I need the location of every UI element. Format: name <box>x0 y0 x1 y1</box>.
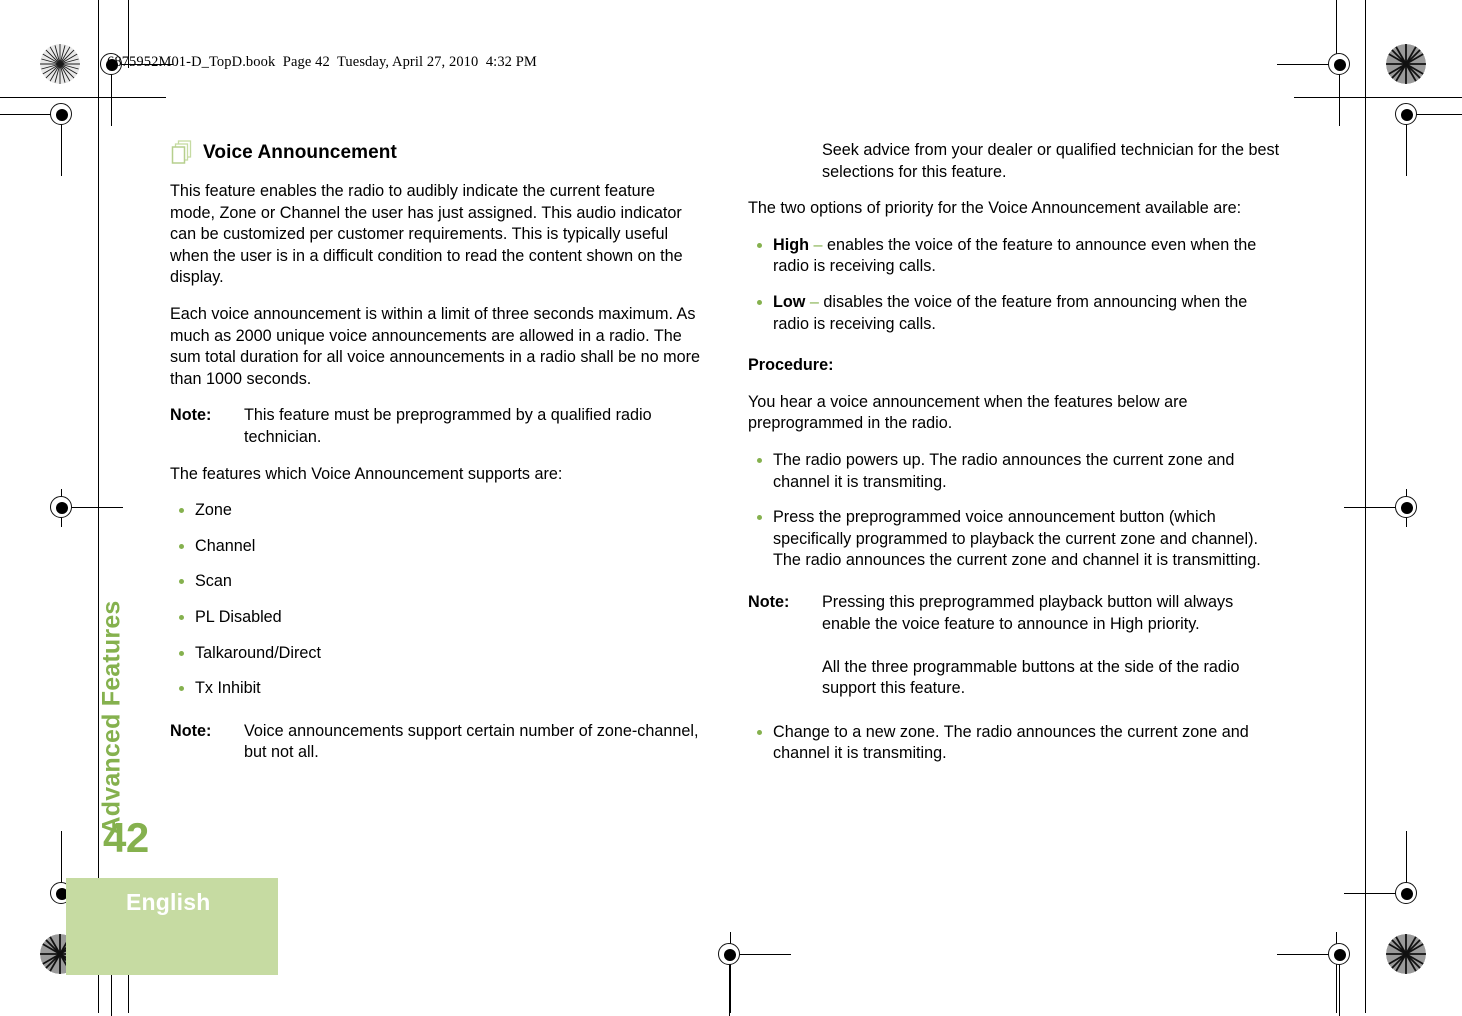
note-body-part-2: All the three programmable buttons at th… <box>822 657 1240 698</box>
star-target-mark-top-left <box>40 44 80 84</box>
note-body: Voice announcements support certain numb… <box>244 721 699 762</box>
option-dash: – <box>809 292 819 311</box>
note-body-spacer <box>822 635 1280 657</box>
procedure-bullets-bottom: Change to a new zone. The radio announce… <box>748 722 1280 765</box>
right-text-column: Note: Seek advice from your dealer or qu… <box>748 140 1280 780</box>
supported-features-list: Zone Channel Scan PL Disabled Talkaround… <box>170 500 702 700</box>
list-item-label: The radio powers up. The radio announces… <box>773 450 1235 491</box>
note-label: Note: <box>748 592 790 611</box>
procedure-intro: You hear a voice announcement when the f… <box>748 392 1188 433</box>
list-item: Press the preprogrammed voice announceme… <box>748 507 1280 572</box>
note-label: Note: <box>170 406 212 425</box>
list-item-label: Tx Inhibit <box>195 679 261 698</box>
page-number: 42 <box>103 814 149 861</box>
priority-options-list: High – enables the voice of the feature … <box>748 235 1280 335</box>
note-block-zone-channel: Note: Voice announcements support certai… <box>170 721 702 764</box>
print-job-header: 6875952M01-D_TopD.book Page 42 Tuesday, … <box>107 54 537 70</box>
list-item: Zone <box>170 500 702 522</box>
list-item-label: PL Disabled <box>195 607 282 626</box>
star-target-mark-bottom-right <box>1386 934 1426 974</box>
star-target-mark-top-right <box>1386 44 1426 84</box>
list-item: High – enables the voice of the feature … <box>748 235 1280 278</box>
supported-features-intro: The features which Voice Announcement su… <box>170 464 563 483</box>
note-block-continued: Note: Seek advice from your dealer or qu… <box>748 140 1280 183</box>
note-body: This feature must be preprogrammed by a … <box>244 406 652 446</box>
language-band: English <box>66 878 278 975</box>
registration-mark-lower-right-outer <box>1344 831 1424 911</box>
stacked-pages-icon <box>170 140 194 166</box>
list-item-label: Press the preprogrammed voice announceme… <box>773 508 1261 570</box>
registration-mark-bottom-right <box>1277 938 1357 1016</box>
note-label: Note: <box>170 721 212 740</box>
list-item: Channel <box>170 536 702 558</box>
trim-line-top-right-horizontal <box>1294 97 1462 98</box>
procedure-bullets-top: The radio powers up. The radio announces… <box>748 450 1280 572</box>
language-label: English <box>126 889 211 915</box>
option-term: Low <box>773 292 806 311</box>
list-item: Low – disables the voice of the feature … <box>748 292 1280 335</box>
option-term: High <box>773 235 809 254</box>
list-item: Talkaround/Direct <box>170 643 702 665</box>
list-item: Scan <box>170 571 702 593</box>
registration-mark-top-right <box>1277 48 1357 126</box>
list-item-label: Talkaround/Direct <box>195 643 321 662</box>
note-body-part-1: Pressing this preprogrammed playback but… <box>822 592 1234 633</box>
note-body: Pressing this preprogrammed playback but… <box>822 592 1280 700</box>
registration-mark-upper-right-outer <box>1390 98 1462 176</box>
list-item: PL Disabled <box>170 607 702 629</box>
list-item-label: Scan <box>195 572 232 591</box>
list-item-label: Channel <box>195 536 256 555</box>
option-description: disables the voice of the feature from a… <box>773 292 1248 333</box>
note-block-playback-button: Note: Pressing this preprogrammed playba… <box>748 592 1280 700</box>
paragraph-intro: This feature enables the radio to audibl… <box>170 182 683 287</box>
priority-options-intro: The two options of priority for the Voic… <box>748 199 1242 218</box>
list-item-label: Zone <box>195 501 232 520</box>
note-block-preprogrammed: Note: This feature must be preprogrammed… <box>170 405 702 448</box>
registration-mark-middle-right <box>1344 489 1424 527</box>
list-item: Tx Inhibit <box>170 678 702 700</box>
chapter-title-vertical: Advanced Features <box>97 600 126 835</box>
registration-mark-middle-left <box>45 489 123 527</box>
note-body: Seek advice from your dealer or qualifie… <box>822 141 1280 181</box>
option-description: enables the voice of the feature to anno… <box>773 235 1257 276</box>
left-text-column: Voice Announcement This feature enables … <box>170 140 702 779</box>
registration-mark-upper-left-outer <box>0 98 79 176</box>
registration-mark-bottom-center <box>713 938 791 1016</box>
paragraph-limits: Each voice announcement is within a limi… <box>170 304 700 388</box>
list-item: The radio powers up. The radio announces… <box>748 450 1280 493</box>
trim-line-top-left-horizontal <box>0 97 166 98</box>
section-heading: Voice Announcement <box>170 140 702 166</box>
list-item-label: Change to a new zone. The radio announce… <box>773 722 1249 763</box>
section-heading-text: Voice Announcement <box>203 142 397 164</box>
list-item: Change to a new zone. The radio announce… <box>748 722 1280 765</box>
procedure-heading: Procedure: <box>748 356 834 375</box>
